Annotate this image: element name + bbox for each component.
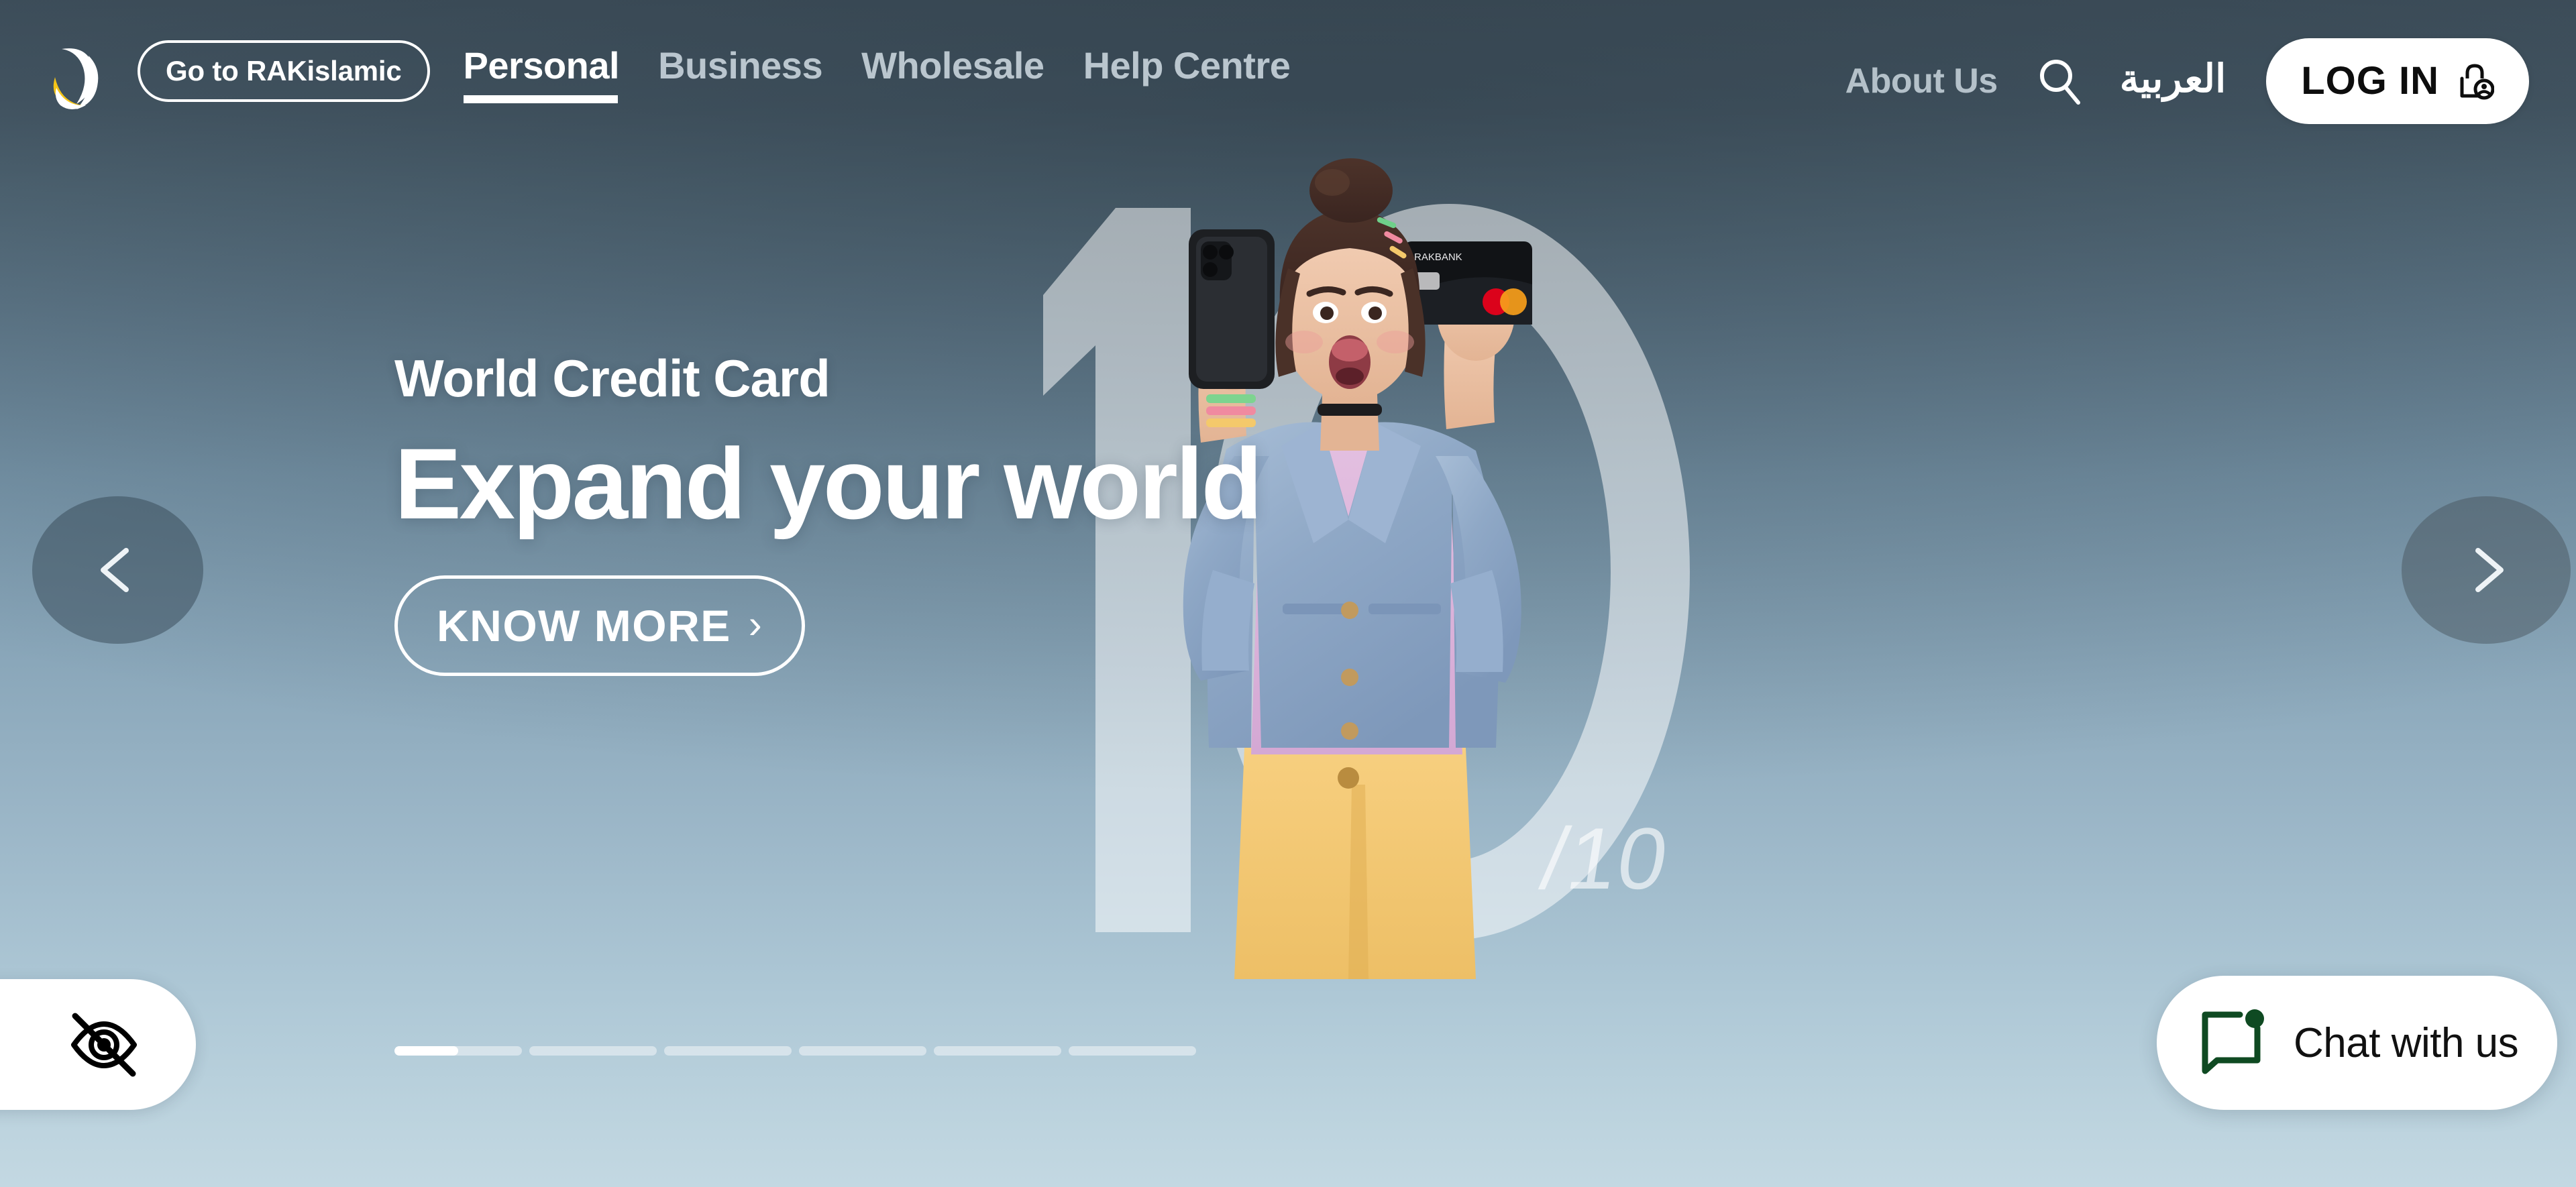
carousel-indicator-1[interactable] — [394, 1046, 522, 1056]
carousel-indicator-3[interactable] — [664, 1046, 792, 1056]
know-more-button[interactable]: KNOW MORE › — [394, 575, 806, 676]
chat-bubble-icon — [2202, 1009, 2264, 1074]
nav-item-wholesale[interactable]: Wholesale — [861, 44, 1044, 107]
know-more-label: KNOW MORE — [437, 601, 731, 651]
chevron-right-icon: › — [748, 602, 763, 646]
chevron-left-icon — [101, 547, 129, 592]
carousel-indicator-4[interactable] — [799, 1046, 926, 1056]
chevron-right-icon — [2475, 547, 2504, 592]
chat-label: Chat with us — [2294, 1019, 2519, 1066]
rakbank-logo[interactable] — [47, 32, 111, 115]
search-button[interactable] — [2030, 52, 2089, 111]
header-utility-group: About Us العربية LOG IN — [1845, 38, 2529, 124]
nav-item-help-centre[interactable]: Help Centre — [1083, 44, 1291, 107]
carousel-indicator-5[interactable] — [934, 1046, 1061, 1056]
chat-with-us-button[interactable]: Chat with us — [2157, 976, 2558, 1110]
lock-user-icon — [2460, 64, 2494, 100]
carousel-indicators — [394, 1046, 1196, 1056]
page-root: RAKBANK /10 Go to RAKislamic Personal Bu… — [0, 0, 2576, 1187]
carousel-next-button[interactable] — [2402, 496, 2571, 644]
nav-item-about-us[interactable]: About Us — [1845, 61, 1998, 101]
login-button-label: LOG IN — [2301, 59, 2439, 103]
go-to-rakislamic-button[interactable]: Go to RAKislamic — [138, 40, 430, 102]
carousel-indicator-6[interactable] — [1069, 1046, 1196, 1056]
hero-title: Expand your world — [394, 427, 1263, 540]
search-icon — [2039, 60, 2080, 105]
carousel-indicator-fill — [394, 1046, 458, 1056]
main-navigation: Personal Business Wholesale Help Centre — [463, 44, 1291, 107]
login-button[interactable]: LOG IN — [2266, 38, 2529, 124]
carousel-prev-button[interactable] — [32, 496, 203, 644]
site-header: Go to RAKislamic Personal Business Whole… — [0, 0, 2576, 194]
carousel-indicator-2[interactable] — [529, 1046, 657, 1056]
language-toggle-arabic[interactable]: العربية — [2120, 60, 2226, 103]
hero-eyebrow: World Credit Card — [394, 349, 830, 408]
hero-content: World Credit Card Expand your world KNOW… — [394, 352, 1535, 676]
nav-item-business[interactable]: Business — [658, 44, 823, 107]
nav-item-personal[interactable]: Personal — [463, 44, 620, 107]
accessibility-toggle-button[interactable] — [0, 979, 196, 1110]
eye-off-icon — [71, 1013, 137, 1076]
